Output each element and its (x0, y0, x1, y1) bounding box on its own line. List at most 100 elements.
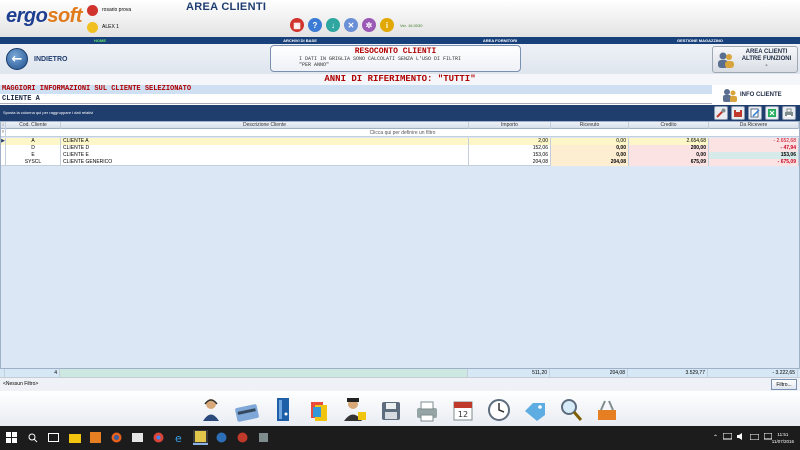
binder-icon[interactable] (270, 394, 296, 422)
notification-icon[interactable] (763, 432, 773, 442)
cell-desc: CLIENTE A (61, 138, 469, 145)
table-row[interactable]: E CLIENTE E 153,06 0,00 0,00 153,06 (1, 152, 799, 159)
back-label: INDIETRO (34, 55, 68, 63)
cell-ricevuto: 204,08 (551, 159, 629, 166)
task-search-icon[interactable] (25, 430, 40, 445)
ie-icon[interactable]: e (172, 430, 187, 445)
home-icon[interactable] (87, 4, 98, 16)
cell-credito: 200,00 (629, 145, 709, 152)
volume-icon[interactable] (737, 433, 745, 442)
altre-line-2: ALTRE FUNZIONI (741, 56, 792, 62)
menu-fornitori[interactable]: AREA FORNITORI (400, 37, 600, 44)
filter-hint: Clicca qui per definire un filtro (369, 130, 436, 136)
keyboard-icon[interactable] (749, 433, 760, 442)
windows-start-icon[interactable] (4, 430, 19, 445)
close-icon[interactable]: ✕ (344, 18, 358, 32)
group-by-bar[interactable]: Sposta la colonna qui per raggruppare i … (0, 105, 800, 121)
network-icon[interactable] (722, 432, 733, 442)
col-descrizione[interactable]: Descrizione Cliente (61, 122, 469, 129)
clock-time: 11:51 (777, 432, 789, 437)
resoconto-panel: RESOCONTO CLIENTI I DATI IN GRIGLIA SONO… (270, 45, 521, 72)
arrow-left-icon: ← (6, 48, 28, 70)
header-toolbar: ▦ ? ↓ ✕ ✲ i Ver. 16.0030 (290, 18, 422, 32)
menu-archivi[interactable]: ARCHIVI DI BASE (200, 37, 400, 44)
user-icon[interactable] (87, 21, 98, 33)
function-dock: 12 (0, 391, 800, 426)
cell-importo: 153,06 (469, 152, 551, 159)
menu-home[interactable]: HOME (0, 37, 200, 44)
firefox-icon[interactable] (109, 430, 124, 445)
print-icon[interactable] (782, 106, 796, 120)
col-importo[interactable]: Importo (469, 122, 551, 129)
credit-card-icon[interactable] (234, 394, 260, 422)
help-icon[interactable]: ? (308, 18, 322, 32)
total-credito: 3.529,77 (628, 369, 708, 377)
filter-row[interactable]: ▿ Clicca qui per definire un filtro (1, 129, 799, 137)
company-row: rosario prova (87, 3, 131, 17)
table-row[interactable]: D CLIENTE D 152,06 0,00 200,00 - 47,94 (1, 145, 799, 152)
settings-icon[interactable]: ✲ (362, 18, 376, 32)
table-row[interactable]: SYSCL CLIENTE GENERICO 204,08 204,08 675… (1, 159, 799, 166)
ergosoft-logo: ergosoft (6, 5, 83, 27)
calendar-icon[interactable]: 12 (450, 394, 476, 422)
agent-lock-icon[interactable] (342, 394, 368, 422)
altre-funzioni-button[interactable]: AREA CLIENTI ALTRE FUNZIONI - (712, 46, 798, 73)
edge-icon[interactable] (214, 430, 229, 445)
price-tag-icon[interactable] (522, 394, 548, 422)
cell-cod: E (6, 152, 61, 159)
total-ricevuto: 204,08 (550, 369, 628, 377)
grid-tools (714, 106, 796, 120)
user-name: ALEX 1 (102, 24, 119, 30)
col-ricevuto[interactable]: Ricevuto (551, 122, 629, 129)
ergosoft-task-icon[interactable] (193, 430, 208, 445)
cell-credito: 675,09 (629, 159, 709, 166)
col-da-ricevere[interactable]: Da Ricevere (709, 122, 799, 129)
tools-icon[interactable] (714, 106, 728, 120)
music-icon[interactable] (88, 430, 103, 445)
cell-desc: CLIENTE GENERICO (61, 159, 469, 166)
clock[interactable]: 11:51 11/07/2016 (772, 431, 794, 445)
download-icon[interactable]: ↓ (326, 18, 340, 32)
app-generic-icon[interactable] (256, 430, 271, 445)
documents-icon[interactable] (306, 394, 332, 422)
clock-icon[interactable] (486, 394, 512, 422)
nav-row: ← INDIETRO RESOCONTO CLIENTI I DATI IN G… (0, 44, 800, 74)
menu-magazzino[interactable]: GESTIONE MAGAZZINO (600, 37, 800, 44)
svg-text:12: 12 (458, 410, 468, 419)
cell-importo: 2,00 (469, 138, 551, 145)
back-button[interactable]: ← INDIETRO (6, 47, 86, 71)
user-row: ALEX 1 (87, 20, 119, 34)
clock-date: 11/07/2016 (771, 439, 794, 444)
chevron-up-icon[interactable]: ⌃ (713, 434, 718, 441)
excel-icon[interactable] (765, 106, 779, 120)
task-view-icon[interactable] (46, 430, 61, 445)
chrome-icon[interactable] (151, 430, 166, 445)
cell-desc: CLIENTE D (61, 145, 469, 152)
col-credito[interactable]: Credito (629, 122, 709, 129)
version-label: Ver. 16.0030 (400, 22, 423, 28)
file-explorer-icon[interactable] (67, 430, 82, 445)
app-header: ergosoft rosario prova ALEX 1 AREA CLIEN… (0, 0, 800, 38)
app-red-icon[interactable] (235, 430, 250, 445)
printer-icon[interactable] (414, 394, 440, 422)
customer-service-icon[interactable] (198, 394, 224, 422)
info-cliente-label: INFO CLIENTE (740, 92, 782, 98)
total-count: 4 (5, 369, 60, 377)
info-icon[interactable]: i (380, 18, 394, 32)
mail-icon[interactable] (130, 430, 145, 445)
edit-icon[interactable] (748, 106, 762, 120)
filter-button[interactable]: Filtro... (771, 379, 797, 390)
info-cliente-button[interactable]: INFO CLIENTE (722, 86, 798, 104)
resoconto-title: RESOCONTO CLIENTI (354, 47, 437, 56)
cell-cod: D (6, 145, 61, 152)
table-row[interactable]: ▶ A CLIENTE A 2,00 0,00 2.654,68 - 2.652… (1, 138, 799, 145)
search-icon[interactable] (558, 394, 584, 422)
cell-da-ricevere: - 675,09 (709, 159, 799, 166)
export-icon[interactable] (731, 106, 745, 120)
col-cod-cliente[interactable]: Cod. Cliente (6, 122, 61, 129)
tools-box-icon[interactable] (594, 394, 620, 422)
calculator-icon[interactable]: ▦ (290, 18, 304, 32)
altre-line-1: AREA CLIENTI (745, 49, 788, 55)
info-section-title: MAGGIORI INFORMAZIONI SUL CLIENTE SELEZI… (0, 85, 712, 94)
save-disk-icon[interactable] (378, 394, 404, 422)
